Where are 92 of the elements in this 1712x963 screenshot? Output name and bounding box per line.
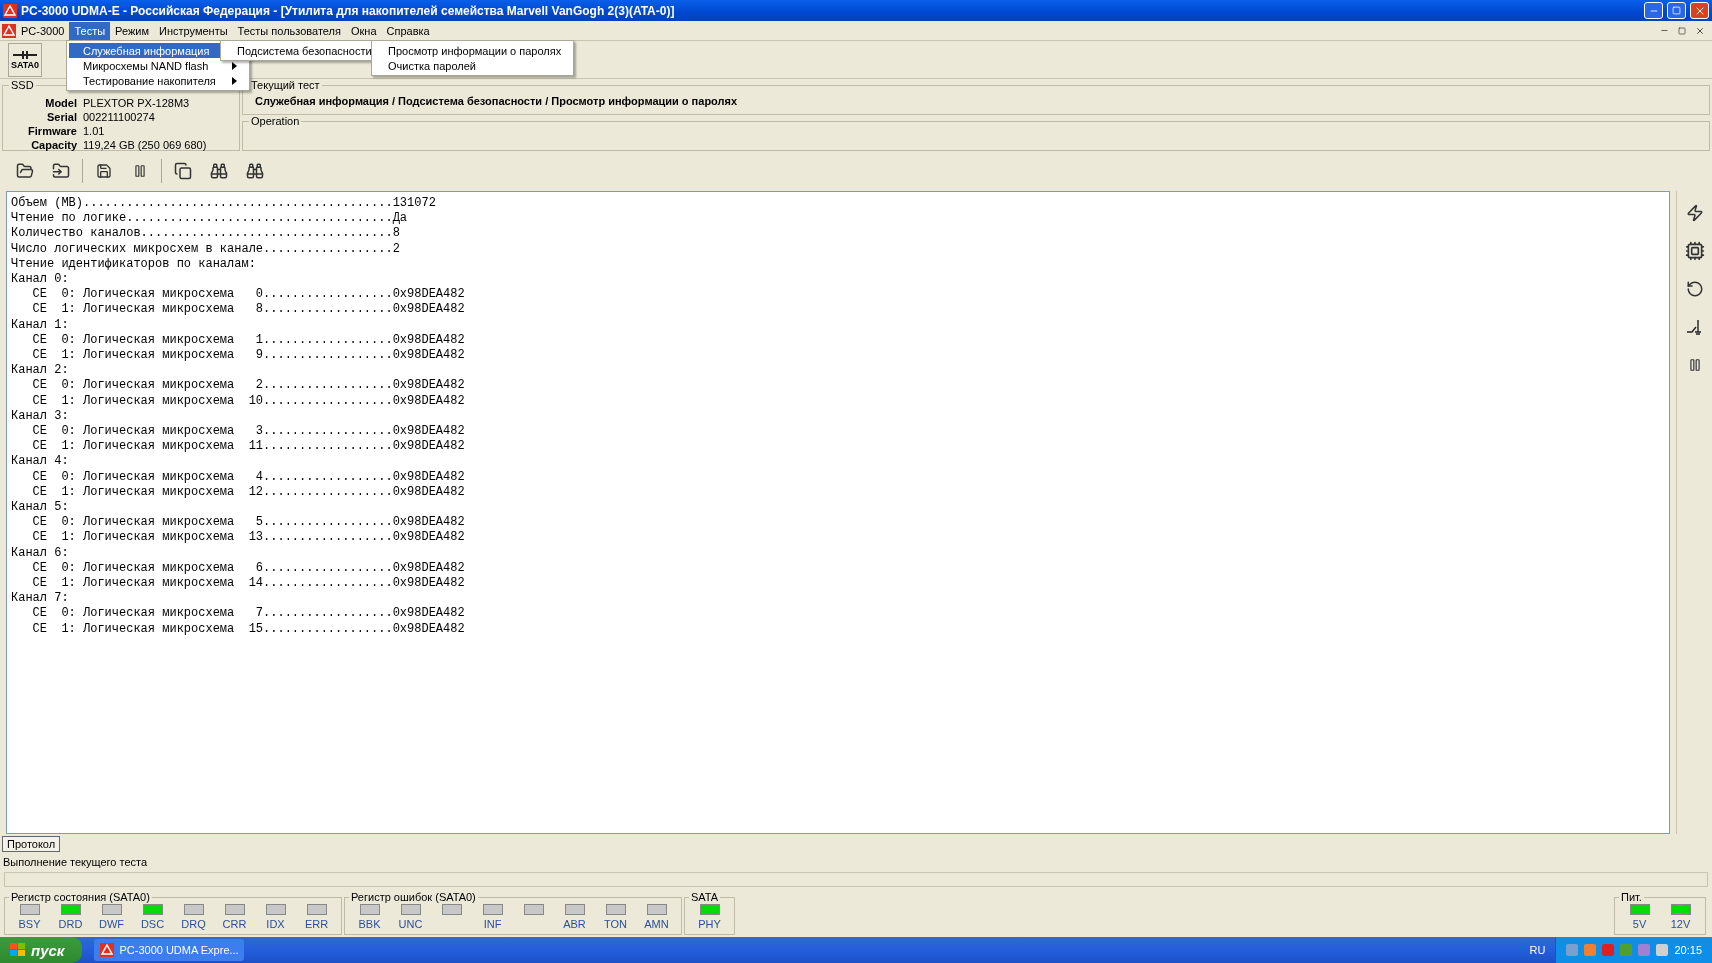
menu-item[interactable]: Тесты — [69, 21, 111, 40]
flag-label: BSY — [18, 918, 41, 930]
log-line: Объем (MB)...........................................131072 — [11, 196, 437, 212]
log-line: Канал 3: — [11, 408, 70, 425]
log-line: Канал 4: — [11, 454, 70, 470]
flag-label: AMN — [644, 918, 669, 930]
log-line: CE 0: Логическая микросхема 4..................0x98DEA482 — [31, 469, 466, 485]
windows-logo-icon — [10, 943, 26, 957]
panel-title: SATA — [690, 891, 720, 903]
flag-label: ERR — [304, 918, 329, 930]
panel-title: Operation — [250, 115, 301, 127]
flag-label: TON — [604, 918, 627, 930]
field-label: Capacity — [30, 139, 77, 151]
test-path: Служебная информация / Подсистема безопасности / Просмотр информации о паролях — [254, 94, 739, 109]
restore-icon — [1672, 6, 1681, 15]
log-line: Канал 5: — [11, 500, 70, 516]
log-line: CE 0: Логическая микросхема 0..................0x98DEA482 — [31, 287, 466, 303]
progress-label: Выполнение текущего теста — [2, 855, 149, 870]
taskbar-button[interactable]: PC-3000 UDMA Expre... — [94, 939, 245, 961]
flag-label: DWF — [98, 918, 124, 930]
menu-item[interactable]: PC-3000 — [16, 21, 70, 40]
language-indicator[interactable]: RU — [1519, 944, 1556, 956]
log-line: CE 0: Логическая микросхема 5..................0x98DEA482 — [31, 515, 466, 531]
field-label: Firmware — [27, 125, 77, 137]
menu-item[interactable]: Тестирование накопителя — [69, 73, 247, 88]
log-line: CE 0: Логическая микросхема 6..................0x98DEA482 — [31, 560, 466, 577]
flag-label: IDX — [266, 918, 285, 930]
field-label: Model — [44, 97, 77, 109]
window-title: PC-3000 UDMA-E - Российская Федерация - [Утилита для накопителей семейства Marvell VanGogh 2(3)(ATA-0)] — [21, 3, 676, 18]
menu-item[interactable]: Окна — [346, 21, 382, 40]
panel-title: SSD — [10, 79, 35, 91]
field-value: 119,24 GB (250 069 680) — [83, 139, 208, 151]
app-icon — [3, 3, 17, 18]
flag-label: DSC — [140, 918, 165, 930]
close-icon — [1695, 25, 1705, 36]
log-line: Число логических микросхем в канале..................2 — [11, 241, 401, 257]
panel-title: Регистр ошибок (SATA0) — [350, 891, 477, 903]
log-line: Канал 2: — [11, 363, 70, 379]
panel-title: Пит. — [1620, 891, 1643, 903]
flag-label: UNC — [398, 918, 423, 930]
protocol-tab[interactable]: Протокол — [2, 836, 61, 852]
menu-item[interactable]: Режим — [110, 21, 154, 40]
field-value: PLEXTOR PX-128M3 — [83, 97, 191, 109]
flag-label: DRD — [58, 918, 83, 930]
log-line: CE 0: Логическая микросхема 1..................0x98DEA482 — [31, 332, 466, 349]
log-line: CE 1: Логическая микросхема 10..................0x98DEA482 — [31, 393, 466, 409]
restore-button[interactable] — [1667, 2, 1686, 19]
log-line: Чтение идентификаторов по каналам: — [11, 256, 257, 272]
menu-item[interactable]: Инструменты — [154, 21, 233, 40]
field-value: 1.01 — [83, 125, 106, 137]
flag-label: PHY — [698, 918, 721, 930]
connector-icon — [13, 49, 37, 60]
menu-item[interactable]: Микросхемы NAND flash — [69, 58, 247, 73]
flag-label: 5V — [1632, 918, 1647, 930]
log-line: CE 1: Логическая микросхема 15..................0x98DEA482 — [31, 621, 466, 637]
log-line: CE 1: Логическая микросхема 14..................0x98DEA482 — [31, 576, 466, 592]
menu-item[interactable]: Справка — [381, 21, 435, 40]
flag-label: ABR — [563, 918, 586, 930]
log-line: CE 0: Логическая микросхема 3..................0x98DEA482 — [31, 424, 466, 440]
panel-title: Регистр состояния (SATA0) — [10, 891, 151, 903]
flag-label: BBK — [358, 918, 381, 930]
log-line: Канал 1: — [11, 317, 70, 333]
panel-title: Текущий тест — [250, 79, 321, 91]
log-line: Чтение по логике.....................................Да — [11, 211, 409, 227]
close-button[interactable] — [1690, 2, 1709, 19]
menu-item[interactable]: Очистка паролей — [374, 58, 572, 73]
sata-port-button[interactable]: SATA0 — [8, 42, 42, 77]
log-line: CE 1: Логическая микросхема 12..................0x98DEA482 — [31, 484, 466, 501]
field-label: Serial — [46, 111, 77, 123]
flag-label: CRR — [222, 918, 247, 930]
log-line: CE 1: Логическая микросхема 11..................0x98DEA482 — [31, 439, 466, 455]
log-line: CE 1: Логическая микросхема 9..................0x98DEA482 — [31, 348, 466, 364]
log-line: CE 0: Логическая микросхема 7..................0x98DEA482 — [31, 606, 466, 622]
log-line: CE 1: Логическая микросхема 8..................0x98DEA482 — [31, 302, 466, 318]
start-button[interactable]: пуск — [0, 937, 83, 963]
app-icon — [2, 23, 16, 38]
log-line: Канал 7: — [11, 591, 70, 607]
log-line: Количество каналов...................................8 — [11, 226, 401, 242]
log-line: Канал 6: — [11, 545, 70, 561]
log-line: CE 1: Логическая микросхема 13..................0x98DEA482 — [31, 530, 466, 546]
clock: 20:15 — [1674, 944, 1702, 956]
flag-label: 12V — [1670, 918, 1691, 930]
log-line: CE 0: Логическая микросхема 2..................0x98DEA482 — [31, 378, 466, 394]
restore-icon — [1678, 26, 1686, 35]
menu-item[interactable]: Тесты пользователя — [232, 21, 346, 40]
app-icon — [100, 943, 115, 957]
field-value: 002211100274 — [83, 111, 156, 123]
flag-label: DRQ — [181, 918, 206, 930]
menu-item[interactable]: Просмотр информации о паролях — [374, 43, 572, 58]
flag-label: INF — [483, 918, 502, 930]
log-line: Канал 0: — [11, 272, 70, 288]
minimize-button[interactable] — [1644, 2, 1663, 19]
